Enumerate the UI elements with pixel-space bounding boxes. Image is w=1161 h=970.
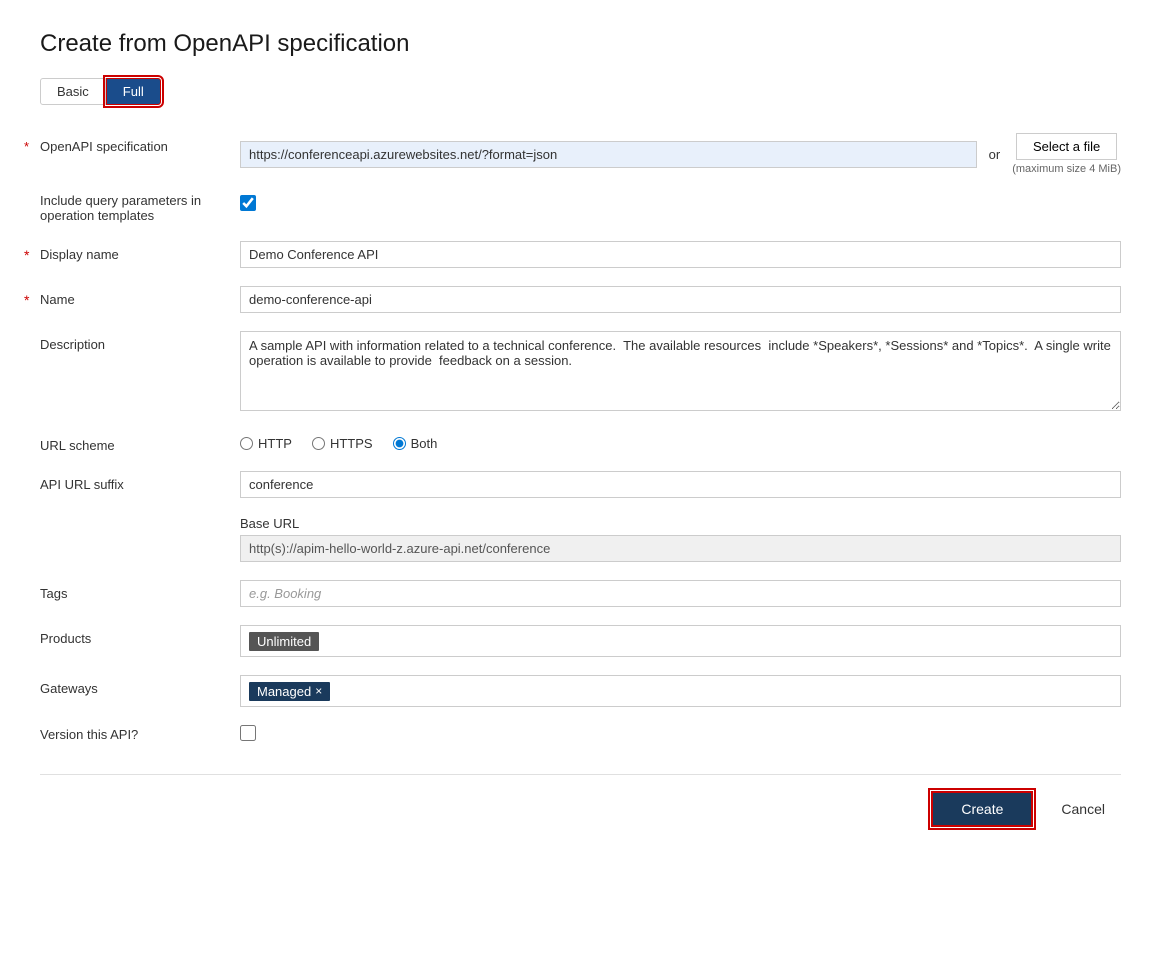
select-file-wrapper: Select a file (maximum size 4 MiB) — [1012, 133, 1121, 175]
select-file-button[interactable]: Select a file — [1016, 133, 1117, 160]
tab-row: Basic Full — [40, 78, 1121, 105]
base-url-input — [240, 535, 1121, 562]
product-tag-unlimited: Unlimited — [249, 632, 319, 651]
display-name-field — [240, 241, 1121, 268]
url-scheme-label: URL scheme — [40, 432, 240, 453]
gateway-tag-managed-remove[interactable]: × — [315, 684, 322, 698]
radio-http[interactable]: HTTP — [240, 436, 292, 451]
include-query-params-checkbox[interactable] — [240, 195, 256, 211]
api-url-suffix-label: API URL suffix — [40, 471, 240, 492]
name-row: Name — [40, 286, 1121, 313]
page-title: Create from OpenAPI specification — [40, 30, 1121, 58]
api-url-suffix-field — [240, 471, 1121, 498]
include-query-params-label: Include query parameters in operation te… — [40, 193, 240, 223]
api-url-suffix-row: API URL suffix — [40, 471, 1121, 498]
cancel-button[interactable]: Cancel — [1045, 793, 1121, 825]
display-name-label: Display name — [40, 241, 240, 262]
openapi-spec-row: OpenAPI specification or Select a file (… — [40, 133, 1121, 175]
tab-basic[interactable]: Basic — [40, 78, 106, 105]
description-row: Description A sample API with informatio… — [40, 331, 1121, 414]
description-field: A sample API with information related to… — [240, 331, 1121, 414]
products-row: Products Unlimited — [40, 625, 1121, 657]
openapi-spec-input[interactable] — [240, 141, 977, 168]
display-name-row: Display name — [40, 241, 1121, 268]
radio-https-input[interactable] — [312, 437, 325, 450]
or-text: or — [989, 147, 1001, 162]
gateway-tag-managed-label: Managed — [257, 684, 311, 699]
base-url-label: Base URL — [240, 516, 1121, 531]
gateways-label: Gateways — [40, 675, 240, 696]
api-url-suffix-input[interactable] — [240, 471, 1121, 498]
description-textarea[interactable]: A sample API with information related to… — [240, 331, 1121, 411]
tags-field — [240, 580, 1121, 607]
radio-both-label: Both — [411, 436, 438, 451]
tags-row: Tags — [40, 580, 1121, 607]
version-api-row: Version this API? — [40, 725, 1121, 744]
products-field: Unlimited — [240, 625, 1121, 657]
version-api-label: Version this API? — [40, 727, 240, 742]
radio-http-input[interactable] — [240, 437, 253, 450]
name-field — [240, 286, 1121, 313]
url-scheme-field: HTTP HTTPS Both — [240, 432, 1121, 451]
radio-both-input[interactable] — [393, 437, 406, 450]
include-query-params-field — [240, 193, 256, 211]
tags-input[interactable] — [240, 580, 1121, 607]
products-label: Products — [40, 625, 240, 646]
gateways-tag-container[interactable]: Managed × — [240, 675, 1121, 707]
url-scheme-row: URL scheme HTTP HTTPS Both — [40, 432, 1121, 453]
url-scheme-radio-group: HTTP HTTPS Both — [240, 432, 1121, 451]
tags-label: Tags — [40, 580, 240, 601]
version-api-field — [240, 725, 256, 744]
display-name-input[interactable] — [240, 241, 1121, 268]
radio-https-label: HTTPS — [330, 436, 373, 451]
radio-both[interactable]: Both — [393, 436, 438, 451]
openapi-spec-label: OpenAPI specification — [40, 133, 240, 154]
gateways-row: Gateways Managed × — [40, 675, 1121, 707]
product-tag-unlimited-label: Unlimited — [257, 634, 311, 649]
max-size-text: (maximum size 4 MiB) — [1012, 163, 1121, 175]
tab-full[interactable]: Full — [106, 78, 161, 105]
name-input[interactable] — [240, 286, 1121, 313]
description-label: Description — [40, 331, 240, 352]
openapi-spec-field: or Select a file (maximum size 4 MiB) — [240, 133, 1121, 175]
base-url-section: Base URL — [240, 516, 1121, 562]
create-button[interactable]: Create — [931, 791, 1033, 827]
name-label: Name — [40, 286, 240, 307]
version-api-checkbox[interactable] — [240, 725, 256, 741]
radio-http-label: HTTP — [258, 436, 292, 451]
include-query-params-row: Include query parameters in operation te… — [40, 193, 1121, 223]
products-tag-container[interactable]: Unlimited — [240, 625, 1121, 657]
gateway-tag-managed: Managed × — [249, 682, 330, 701]
radio-https[interactable]: HTTPS — [312, 436, 373, 451]
gateways-field: Managed × — [240, 675, 1121, 707]
footer: Create Cancel — [40, 774, 1121, 827]
